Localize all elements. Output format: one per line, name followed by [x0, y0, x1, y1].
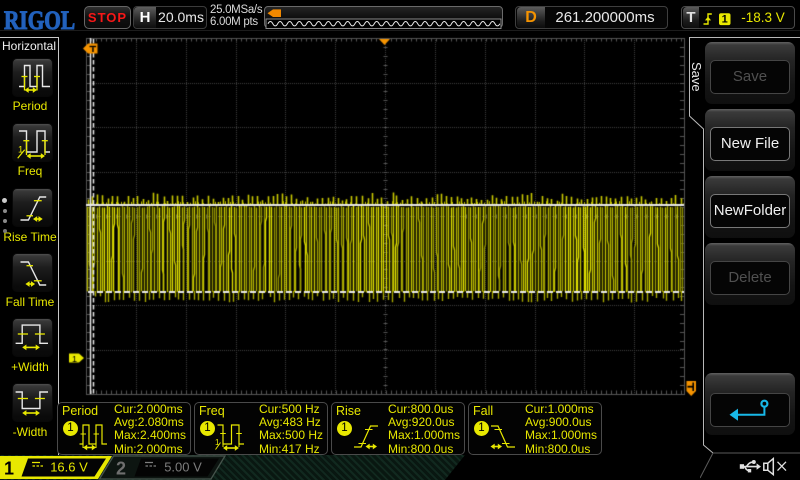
- svg-text:5.00 V: 5.00 V: [164, 460, 202, 475]
- svg-text:1: 1: [4, 459, 14, 479]
- svg-text:16.6 V: 16.6 V: [50, 460, 88, 475]
- svg-text:2: 2: [116, 459, 126, 479]
- svg-text:1: 1: [215, 438, 220, 447]
